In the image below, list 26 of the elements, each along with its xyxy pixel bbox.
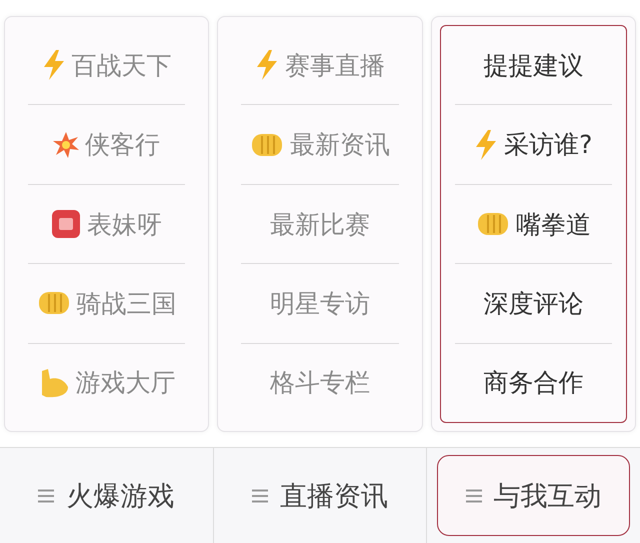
menu-item[interactable]: 表妹呀: [87, 208, 162, 241]
burst-icon: [53, 132, 80, 158]
menu-icon: [38, 488, 54, 502]
menu-item[interactable]: 最新资讯: [290, 128, 390, 162]
menu-item[interactable]: 游戏大厅: [76, 366, 176, 400]
lightning-icon: [42, 50, 66, 80]
menu-item[interactable]: 深度评论: [483, 286, 584, 320]
lightning-icon: [474, 130, 498, 160]
menu-item[interactable]: 嘴拳道: [516, 208, 591, 241]
menu-tab[interactable]: 火爆游戏: [10, 455, 203, 536]
menu-item[interactable]: 最新比赛: [270, 208, 370, 241]
menu-item[interactable]: 采访谁?: [504, 128, 592, 162]
menu-item[interactable]: 商务合作: [483, 366, 584, 400]
menu-item[interactable]: 骑战三国: [76, 286, 177, 320]
menu-item[interactable]: 赛事直播: [284, 48, 385, 82]
menu-item[interactable]: 格斗专栏: [270, 366, 370, 400]
app-icon: [51, 209, 82, 240]
menu-item[interactable]: 明星专访: [270, 286, 370, 320]
lightning-icon: [254, 50, 279, 80]
menu-icon: [252, 488, 268, 502]
menu-icon: [466, 488, 482, 502]
menu-tab[interactable]: 直播资讯: [224, 455, 416, 536]
menu-tab[interactable]: 与我互动: [437, 455, 630, 536]
menu-item[interactable]: 百战天下: [72, 48, 172, 82]
menu-item[interactable]: 侠客行: [85, 128, 160, 162]
menu-item[interactable]: 提提建议: [483, 48, 584, 82]
